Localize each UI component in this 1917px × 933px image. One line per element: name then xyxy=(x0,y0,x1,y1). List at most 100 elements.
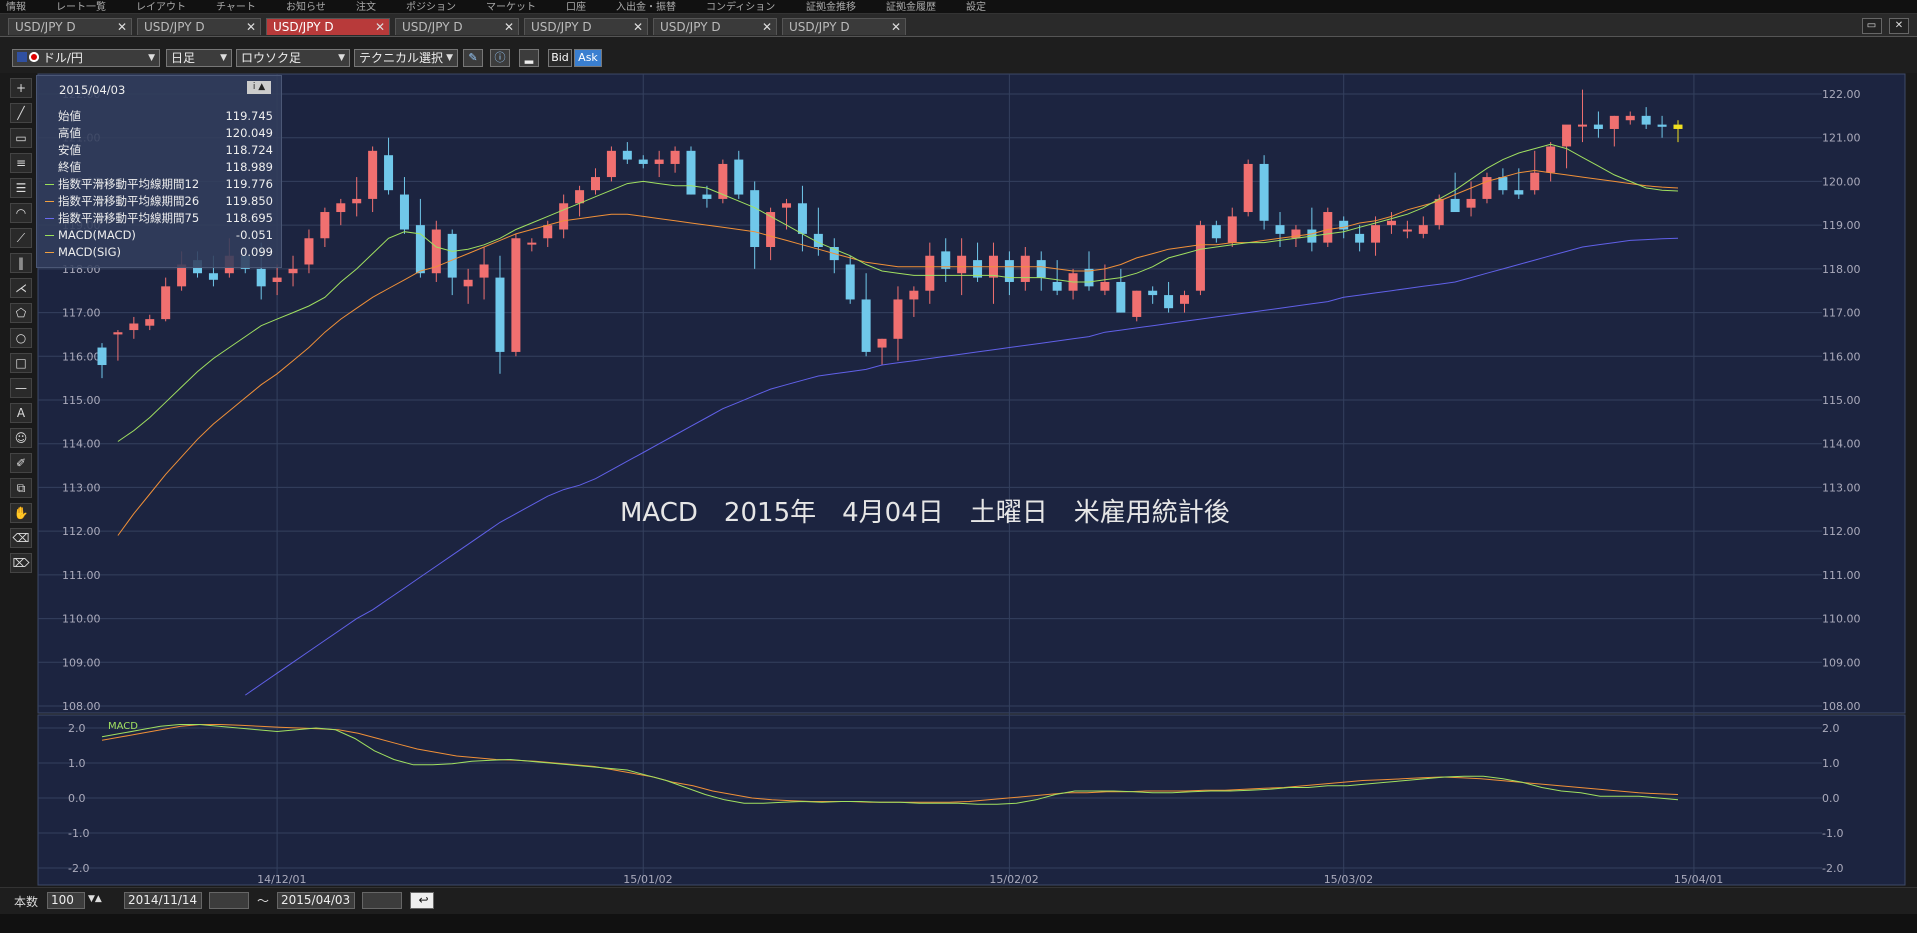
candle-body xyxy=(1052,281,1062,291)
y-tick-label-left: 113.00 xyxy=(62,481,101,494)
candle-body xyxy=(161,286,171,320)
line-icon[interactable]: ╱ xyxy=(10,103,32,123)
candle-body xyxy=(320,212,330,239)
fibonacci-icon[interactable]: ☰ xyxy=(10,178,32,198)
ruler-icon[interactable]: ▭ xyxy=(10,128,32,148)
from-date-field[interactable]: 2014/11/14 xyxy=(124,892,202,909)
candle-body xyxy=(606,150,616,178)
count-field[interactable]: 100 xyxy=(47,892,85,909)
candle-body xyxy=(845,264,855,300)
info-label: MACD(MACD) xyxy=(58,228,136,242)
info-value: -0.051 xyxy=(235,228,273,242)
candle-body xyxy=(1211,225,1221,239)
count-down-icon[interactable]: ▼▲ xyxy=(88,894,102,904)
candle-body xyxy=(1386,220,1396,226)
refresh-icon[interactable]: ↩ xyxy=(410,892,434,909)
info-value: 118.989 xyxy=(225,160,273,174)
candle-body xyxy=(1036,260,1046,278)
candle-body xyxy=(1227,216,1237,243)
candle-body xyxy=(1243,163,1253,213)
gann-icon[interactable]: ‖ xyxy=(10,253,32,273)
eraser-all-icon[interactable]: ⌦ xyxy=(10,553,32,573)
candle-body xyxy=(1132,290,1142,317)
status-bar xyxy=(0,914,1917,933)
y-tick-label: 119.00 xyxy=(1822,219,1861,232)
candle-body xyxy=(129,323,139,331)
y-tick-label: 113.00 xyxy=(1822,481,1861,494)
candle-body xyxy=(1402,229,1412,232)
candle-body xyxy=(1004,260,1014,282)
info-value: 119.745 xyxy=(225,109,273,123)
candle-body xyxy=(1609,115,1619,129)
to-date-field[interactable]: 2015/04/03 xyxy=(277,892,355,909)
info-row: 終値 118.989 xyxy=(37,159,283,175)
circle-icon[interactable]: ○ xyxy=(10,328,32,348)
range-bar: 本数 100 ▼▲ 2014/11/14 〜 2015/04/03 ↩ xyxy=(0,887,1917,914)
crosshair-icon[interactable]: + xyxy=(10,78,32,98)
candle-body xyxy=(384,155,394,191)
y-tick-label: 111.00 xyxy=(1822,569,1861,582)
y-tick-label-left: 114.00 xyxy=(62,438,101,451)
hline-icon[interactable]: — xyxy=(10,378,32,398)
y-tick-label: 118.00 xyxy=(1822,263,1861,276)
info-label: 指数平滑移動平均線期間75 xyxy=(58,211,200,225)
horizontal-lines-icon[interactable]: ≡ xyxy=(10,153,32,173)
candle-body xyxy=(352,198,362,204)
y-tick-label: 112.00 xyxy=(1822,525,1861,538)
rectangle-icon[interactable]: □ xyxy=(10,353,32,373)
candle-body xyxy=(782,203,792,208)
candle-body xyxy=(527,242,537,245)
candle-body xyxy=(1371,225,1381,243)
candle-body xyxy=(1625,115,1635,121)
emoji-icon[interactable]: ☺ xyxy=(10,428,32,448)
y-tick-label: 120.00 xyxy=(1822,175,1861,188)
candle-body xyxy=(766,212,776,247)
candle-body xyxy=(1546,146,1556,173)
candle-body xyxy=(1673,124,1683,129)
candle-body xyxy=(559,203,569,230)
arc-icon[interactable]: ◠ xyxy=(10,203,32,223)
edit-icon[interactable]: ✐ xyxy=(10,453,32,473)
candle-body xyxy=(145,319,155,326)
x-tick-label: 15/02/02 xyxy=(989,873,1038,886)
info-date: 2015/04/03 xyxy=(59,83,126,97)
hand-icon[interactable]: ✋ xyxy=(10,503,32,523)
info-row: MACD(MACD) -0.051 xyxy=(37,227,283,243)
price-chart[interactable]: 122.00122.00121.00121.00120.00120.00119.… xyxy=(0,0,1917,933)
fan-icon[interactable]: ⟋ xyxy=(10,228,32,248)
candle-body xyxy=(1562,124,1572,147)
drawing-tools: + ╱ ▭ ≡ ☰ ◠ ⟋ ‖ ⋌ ⬠ ○ □ — A ☺ ✐ ⧉ ✋ ⌫ ⌦ xyxy=(10,78,34,578)
series-swatch xyxy=(45,184,54,185)
candle-body xyxy=(1355,233,1365,243)
info-toggle-icon[interactable]: i ▲ xyxy=(247,81,271,94)
candle-body xyxy=(272,277,282,282)
pitchfork-icon[interactable]: ⋌ xyxy=(10,278,32,298)
macd-y-tick-label-left: -2.0 xyxy=(68,862,89,875)
info-label: 指数平滑移動平均線期間26 xyxy=(58,194,200,208)
eraser-icon[interactable]: ⌫ xyxy=(10,528,32,548)
candle-body xyxy=(909,290,919,300)
pentagon-icon[interactable]: ⬠ xyxy=(10,303,32,323)
candle-body xyxy=(1641,115,1651,125)
candle-body xyxy=(670,150,680,164)
y-tick-label: 115.00 xyxy=(1822,394,1861,407)
macd-series-label: MACD xyxy=(108,721,138,732)
candle-body xyxy=(1164,295,1174,309)
candle-body xyxy=(447,233,457,278)
y-tick-label: 116.00 xyxy=(1822,350,1861,363)
y-tick-label: 117.00 xyxy=(1822,307,1861,320)
text-icon[interactable]: A xyxy=(10,403,32,423)
candle-body xyxy=(368,150,378,199)
y-tick-label-left: 108.00 xyxy=(62,700,101,713)
from-time-field[interactable] xyxy=(209,892,249,909)
info-label: 指数平滑移動平均線期間12 xyxy=(58,177,200,191)
info-row: 指数平滑移動平均線期間75 118.695 xyxy=(37,210,283,226)
candle-body xyxy=(1259,163,1269,221)
to-time-field[interactable] xyxy=(362,892,402,909)
copy-icon[interactable]: ⧉ xyxy=(10,478,32,498)
info-value: 119.776 xyxy=(225,177,273,191)
candle-body xyxy=(734,159,744,195)
candle-body xyxy=(750,190,760,247)
candle-body xyxy=(1657,124,1667,127)
candle-body xyxy=(543,225,553,239)
